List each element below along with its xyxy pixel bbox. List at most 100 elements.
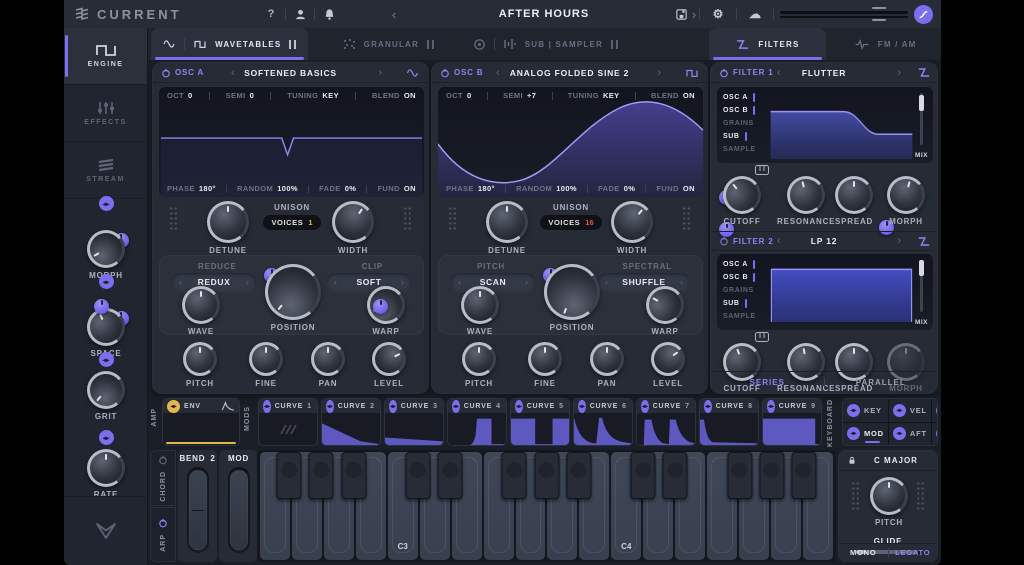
- filter-input-osc-b[interactable]: OSC B: [723, 104, 763, 117]
- curve-mod-badge[interactable]: ◂▸: [263, 400, 271, 413]
- mod-badge[interactable]: ◂▸: [936, 427, 938, 440]
- master-volume-slider[interactable]: [780, 8, 908, 20]
- tab-fm-am[interactable]: FM / AM: [829, 28, 941, 60]
- curve-tab-8[interactable]: ◂▸CURVE8: [699, 398, 759, 446]
- filter-input-osc-a[interactable]: OSC A: [723, 91, 763, 104]
- routing-series[interactable]: SERIES: [711, 378, 824, 387]
- pause-icon[interactable]: [289, 40, 296, 49]
- filter-input-sample[interactable]: SAMPLE: [723, 143, 763, 156]
- piano-black-key[interactable]: [341, 452, 366, 499]
- spline-curve-button[interactable]: [914, 5, 933, 24]
- prev-filter-button[interactable]: ‹: [777, 235, 781, 247]
- cutoff-knob[interactable]: [723, 176, 761, 214]
- piano-black-key[interactable]: [630, 452, 655, 499]
- curve-mod-badge[interactable]: ◂▸: [326, 400, 334, 413]
- curve-tab-4[interactable]: ◂▸CURVE4: [447, 398, 507, 446]
- oct-value[interactable]: 0: [467, 91, 472, 100]
- curve-mod-badge[interactable]: ◂▸: [767, 400, 775, 413]
- arp-tab[interactable]: ARP: [150, 507, 176, 562]
- warp-mod-mini-knob[interactable]: [373, 299, 388, 314]
- curve-mod-badge[interactable]: ◂▸: [515, 400, 523, 413]
- filter-input-osc-b[interactable]: OSC B: [723, 271, 763, 284]
- curve-mod-badge[interactable]: ◂▸: [704, 400, 712, 413]
- notifications-bell-icon[interactable]: [317, 5, 341, 23]
- filter1-mix-slider[interactable]: [920, 93, 923, 145]
- filter2-mix-slider[interactable]: [920, 260, 923, 312]
- help-icon[interactable]: ?: [259, 5, 283, 23]
- fine-knob[interactable]: [528, 342, 562, 376]
- level-knob[interactable]: [372, 342, 406, 376]
- piano-black-key[interactable]: [791, 452, 816, 499]
- filter-input-sample[interactable]: SAMPLE: [723, 310, 763, 323]
- chevron-left-icon[interactable]: ‹: [605, 278, 608, 287]
- settings-gear-icon[interactable]: ⚙: [706, 5, 730, 23]
- mod-source-key[interactable]: ◂▸KEY: [843, 399, 888, 422]
- pause-icon[interactable]: [427, 40, 434, 49]
- bend-range-value[interactable]: 2: [210, 454, 215, 463]
- env-mod-badge[interactable]: ◂▸: [167, 400, 180, 413]
- resonance-knob[interactable]: [787, 176, 825, 214]
- curve-tab-5[interactable]: ◂▸CURVE5: [510, 398, 570, 446]
- fade-value[interactable]: 0%: [345, 184, 357, 193]
- next-wavetable-button[interactable]: ›: [657, 67, 661, 79]
- mix-handle[interactable]: [919, 260, 924, 276]
- prev-wavetable-button[interactable]: ‹: [496, 67, 500, 79]
- tab-wavetables[interactable]: WAVETABLES: [151, 28, 308, 60]
- mod-amount-badge[interactable]: ◂▸: [99, 274, 114, 289]
- warp-knob[interactable]: [646, 286, 684, 324]
- chevron-right-icon[interactable]: ›: [525, 278, 528, 287]
- power-icon[interactable]: [161, 68, 171, 78]
- fund-value[interactable]: ON: [683, 184, 695, 193]
- chevron-right-icon[interactable]: ›: [246, 278, 249, 287]
- curve-tab-3[interactable]: ◂▸CURVE3: [384, 398, 444, 446]
- mod-source-vel[interactable]: ◂▸VEL: [889, 399, 931, 422]
- filter-input-grains[interactable]: GRAINS: [723, 284, 763, 297]
- morph-knob[interactable]: [887, 176, 925, 214]
- mod-badge[interactable]: ◂▸: [936, 404, 938, 417]
- pitch-knob[interactable]: [183, 342, 217, 376]
- curve-mod-badge[interactable]: ◂▸: [389, 400, 397, 413]
- mod-amount-badge[interactable]: ◂▸: [99, 430, 114, 445]
- bend-wheel-thumb[interactable]: [189, 470, 207, 550]
- mod-source-aft[interactable]: ◂▸AFT: [889, 423, 931, 446]
- routing-parallel[interactable]: PARALLEL: [825, 378, 938, 387]
- voices-control[interactable]: VOICES 1: [263, 215, 320, 230]
- grit-knob[interactable]: [87, 371, 125, 409]
- mod-source-mod[interactable]: ◂▸MOD: [843, 423, 888, 446]
- mod-source-off[interactable]: ◂▸OFF: [932, 423, 938, 446]
- next-filter-button[interactable]: ›: [897, 67, 901, 79]
- mod-amount-badge[interactable]: ◂▸: [99, 196, 114, 211]
- position-knob[interactable]: [544, 264, 600, 320]
- curve-tab-6[interactable]: ◂▸CURVE6: [573, 398, 633, 446]
- scale-name[interactable]: C MAJOR: [874, 456, 918, 465]
- phase-value[interactable]: 180°: [478, 184, 495, 193]
- sidebar-tab-engine[interactable]: ENGINE: [64, 28, 147, 85]
- chord-tab[interactable]: CHORD: [150, 450, 176, 506]
- pitch-knob[interactable]: [462, 342, 496, 376]
- tab-sub-sampler[interactable]: SUB | SAMPLER: [468, 28, 623, 60]
- semi-value[interactable]: +7: [527, 91, 536, 100]
- piano-black-key[interactable]: [727, 452, 752, 499]
- curve-tab-1[interactable]: ◂▸CURVE1: [258, 398, 318, 446]
- width-knob[interactable]: [332, 201, 374, 243]
- tuning-value[interactable]: KEY: [603, 91, 620, 100]
- curve-tab-7[interactable]: ◂▸CURVE7: [636, 398, 696, 446]
- position-knob[interactable]: [265, 264, 321, 320]
- blend-value[interactable]: ON: [683, 91, 695, 100]
- level-knob[interactable]: [651, 342, 685, 376]
- tab-filters[interactable]: FILTERS: [709, 28, 827, 60]
- piano-black-key[interactable]: [437, 452, 462, 499]
- piano-black-key[interactable]: [309, 452, 334, 499]
- piano-black-key[interactable]: [759, 452, 784, 499]
- width-knob[interactable]: [611, 201, 653, 243]
- curve-mod-badge[interactable]: ◂▸: [641, 400, 649, 413]
- piano-black-key[interactable]: [566, 452, 591, 499]
- detune-knob[interactable]: [207, 201, 249, 243]
- spread-knob[interactable]: [835, 176, 873, 214]
- fund-value[interactable]: ON: [404, 184, 416, 193]
- pan-knob[interactable]: [590, 342, 624, 376]
- pan-knob[interactable]: [311, 342, 345, 376]
- detune-knob[interactable]: [486, 201, 528, 243]
- rate-knob[interactable]: [87, 449, 125, 487]
- mod-source-pb[interactable]: ◂▸PB: [932, 399, 938, 422]
